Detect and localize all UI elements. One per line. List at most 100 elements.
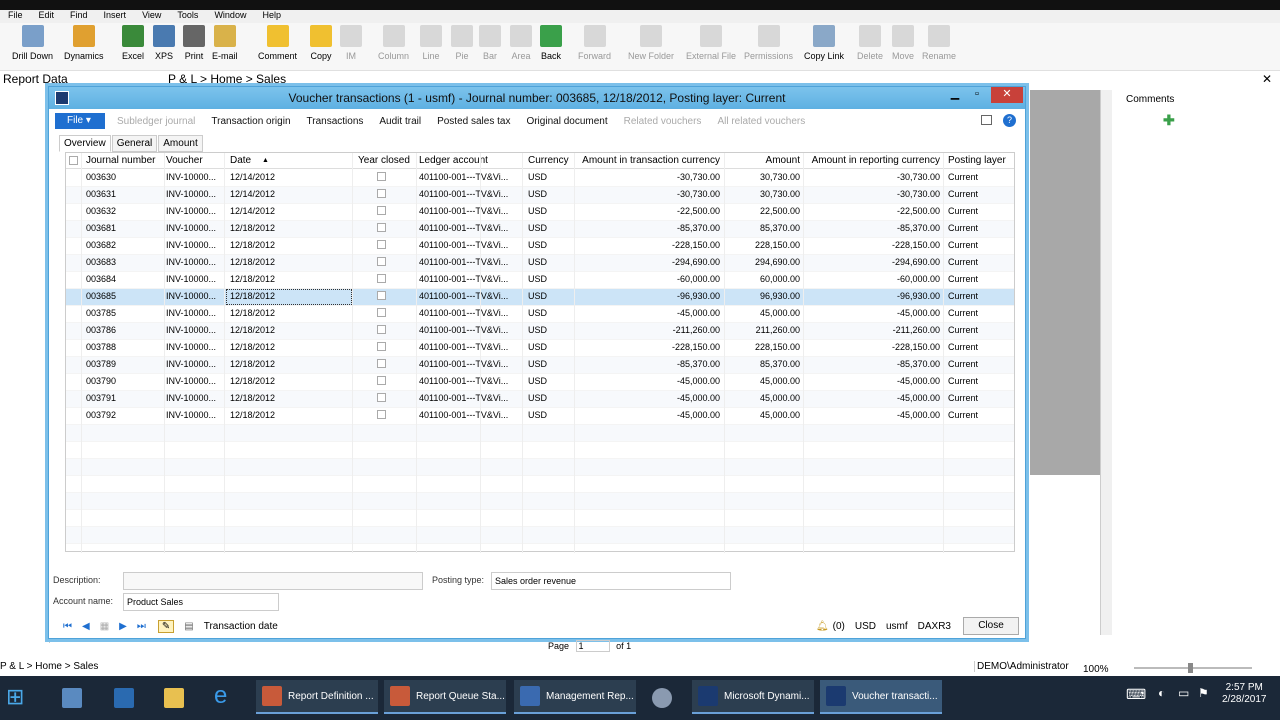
action-transaction-origin-button[interactable]: Transaction origin	[203, 116, 298, 127]
ribbon-dynamics-button[interactable]: Dynamics	[64, 25, 104, 61]
ribbon-area-button[interactable]: Area	[510, 25, 532, 61]
tab-overview[interactable]: Overview	[59, 135, 111, 152]
table-row[interactable]: 003789 INV-10000... 12/18/2012 401100-001--…	[66, 357, 1014, 374]
year-closed-checkbox[interactable]	[377, 189, 386, 198]
column-header-amount-in-transaction-currency[interactable]: Amount in transaction currency	[582, 155, 720, 166]
year-closed-checkbox[interactable]	[377, 172, 386, 181]
focused-date-cell[interactable]	[226, 289, 352, 305]
ribbon-e-mail-button[interactable]: E-mail	[212, 25, 238, 61]
account-name-field[interactable]: Product Sales	[123, 593, 279, 611]
menu-find[interactable]: Find	[62, 10, 96, 23]
ribbon-bar-button[interactable]: Bar	[479, 25, 501, 61]
year-closed-checkbox[interactable]	[377, 376, 386, 385]
vertical-scrollbar[interactable]	[1100, 90, 1112, 635]
action-related-vouchers-button[interactable]: Related vouchers	[616, 116, 710, 127]
menu-tools[interactable]: Tools	[169, 10, 206, 23]
ribbon-drill-down-button[interactable]: Drill Down	[12, 25, 53, 61]
taskbar-report-definition[interactable]: Report Definition ...	[256, 680, 378, 714]
next-record-icon[interactable]: ▶	[119, 621, 127, 632]
year-closed-checkbox[interactable]	[377, 291, 386, 300]
file-explorer-icon[interactable]	[164, 688, 184, 708]
ribbon-pie-button[interactable]: Pie	[451, 25, 473, 61]
close-window-button[interactable]: ✕	[991, 87, 1023, 103]
page-input[interactable]: 1	[575, 640, 610, 652]
network-icon[interactable]: ▭	[1178, 686, 1189, 700]
action-transactions-button[interactable]: Transactions	[299, 116, 372, 127]
panel-icon[interactable]	[981, 115, 992, 125]
volume-icon[interactable]: ◐	[1158, 686, 1165, 700]
table-row[interactable]: 003791 INV-10000... 12/18/2012 401100-001--…	[66, 391, 1014, 408]
last-record-icon[interactable]: ⏭	[137, 621, 146, 632]
action-posted-sales-tax-button[interactable]: Posted sales tax	[429, 116, 518, 127]
ribbon-copy-link-button[interactable]: Copy Link	[804, 25, 844, 61]
first-record-icon[interactable]: ⏮	[63, 621, 72, 632]
tab-general[interactable]: General	[111, 135, 158, 152]
column-header-voucher[interactable]: Voucher	[166, 155, 203, 166]
ribbon-rename-button[interactable]: Rename	[922, 25, 956, 61]
previous-record-icon[interactable]: ◀	[82, 621, 90, 632]
action-audit-trail-button[interactable]: Audit trail	[371, 116, 429, 127]
menu-window[interactable]: Window	[206, 10, 254, 23]
year-closed-checkbox[interactable]	[377, 206, 386, 215]
table-row[interactable]: 003682 INV-10000... 12/18/2012 401100-001--…	[66, 238, 1014, 255]
taskbar-voucher-transacti[interactable]: Voucher transacti...	[820, 680, 942, 714]
alert-bell-icon[interactable]: 🔔︎	[816, 621, 829, 632]
table-row[interactable]: 003630 INV-10000... 12/14/2012 401100-001--…	[66, 170, 1014, 187]
table-row[interactable]: 003685 INV-10000... 12/18/2012 401100-001--…	[66, 289, 1014, 306]
ribbon-copy-button[interactable]: Copy	[310, 25, 332, 61]
close-button[interactable]: Close	[963, 617, 1019, 635]
close-pane-icon[interactable]: ✕	[1262, 72, 1272, 86]
action-subledger-journal-button[interactable]: Subledger journal	[109, 116, 203, 127]
select-all-checkbox[interactable]	[69, 156, 78, 165]
year-closed-checkbox[interactable]	[377, 223, 386, 232]
table-row[interactable]: 003632 INV-10000... 12/14/2012 401100-001--…	[66, 204, 1014, 221]
table-row[interactable]: 003786 INV-10000... 12/18/2012 401100-001--…	[66, 323, 1014, 340]
menu-view[interactable]: View	[134, 10, 169, 23]
table-row[interactable]: 003631 INV-10000... 12/14/2012 401100-001--…	[66, 187, 1014, 204]
edit-icon[interactable]: ✎	[157, 619, 175, 633]
maximize-button[interactable]: ▫	[967, 87, 987, 103]
table-row[interactable]: 003683 INV-10000... 12/18/2012 401100-001--…	[66, 255, 1014, 272]
keyboard-icon[interactable]: ⌨	[1126, 686, 1146, 703]
year-closed-checkbox[interactable]	[377, 308, 386, 317]
ribbon-print-button[interactable]: Print	[183, 25, 205, 61]
flag-icon[interactable]: ⚑	[1198, 686, 1209, 700]
ribbon-comment-button[interactable]: Comment	[258, 25, 297, 61]
add-comment-icon[interactable]: ✚	[1163, 112, 1175, 129]
ribbon-forward-button[interactable]: Forward	[578, 25, 611, 61]
taskbar-report-queue-sta[interactable]: Report Queue Sta...	[384, 680, 506, 714]
year-closed-checkbox[interactable]	[377, 274, 386, 283]
ribbon-back-button[interactable]: Back	[540, 25, 562, 61]
column-header-amount[interactable]: Amount	[766, 155, 800, 166]
column-header-year-closed[interactable]: Year closed	[358, 155, 410, 166]
table-row[interactable]: 003684 INV-10000... 12/18/2012 401100-001--…	[66, 272, 1014, 289]
year-closed-checkbox[interactable]	[377, 342, 386, 351]
settings-gear-icon[interactable]	[652, 688, 672, 708]
action-original-document-button[interactable]: Original document	[518, 116, 615, 127]
description-field[interactable]	[123, 572, 423, 590]
year-closed-checkbox[interactable]	[377, 257, 386, 266]
menu-edit[interactable]: Edit	[31, 10, 63, 23]
menu-file[interactable]: File	[0, 10, 31, 23]
server-manager-icon[interactable]	[62, 688, 82, 708]
internet-explorer-icon[interactable]: e	[214, 682, 227, 710]
column-header-amount-in-reporting-currency[interactable]: Amount in reporting currency	[812, 155, 940, 166]
year-closed-checkbox[interactable]	[377, 240, 386, 249]
posting-type-field[interactable]: Sales order revenue	[491, 572, 731, 590]
year-closed-checkbox[interactable]	[377, 393, 386, 402]
ribbon-line-button[interactable]: Line	[420, 25, 442, 61]
file-button[interactable]: File ▾	[55, 113, 105, 129]
minimize-button[interactable]: ▁	[945, 87, 965, 103]
ribbon-move-button[interactable]: Move	[892, 25, 914, 61]
zoom-slider[interactable]	[1118, 663, 1268, 673]
ribbon-new-folder-button[interactable]: New Folder	[628, 25, 674, 61]
ribbon-delete-button[interactable]: Delete	[857, 25, 883, 61]
ribbon-excel-button[interactable]: Excel	[122, 25, 144, 61]
year-closed-checkbox[interactable]	[377, 410, 386, 419]
system-clock[interactable]: 2:57 PM 2/28/2017	[1222, 682, 1267, 706]
table-row[interactable]: 003681 INV-10000... 12/18/2012 401100-001--…	[66, 221, 1014, 238]
ribbon-external-file-button[interactable]: External File	[686, 25, 736, 61]
column-header-ledger-account[interactable]: Ledger account	[419, 155, 488, 166]
ribbon-xps-button[interactable]: XPS	[153, 25, 175, 61]
action-all-related-vouchers-button[interactable]: All related vouchers	[709, 116, 813, 127]
